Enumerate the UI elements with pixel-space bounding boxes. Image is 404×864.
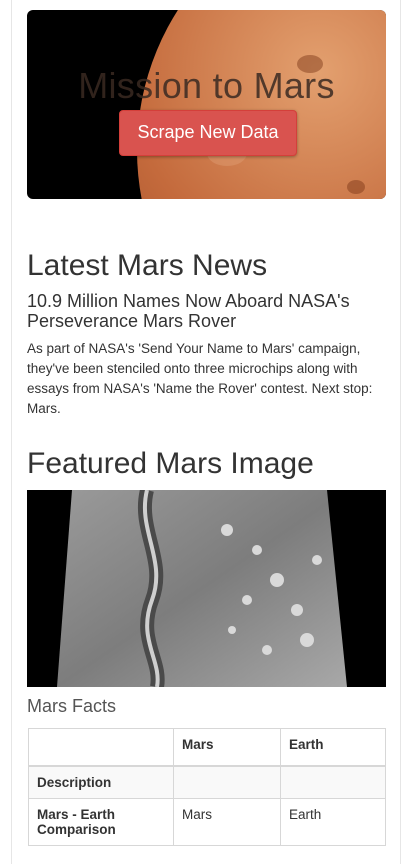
table-header-cell: Mars [173,728,281,767]
mars-cell: Mars [173,798,281,846]
scrape-new-data-button[interactable]: Scrape New Data [119,110,297,156]
featured-mars-image [27,490,386,687]
featured-image-heading: Featured Mars Image [27,447,314,480]
earth-cell: Earth [280,798,386,846]
news-headline: 10.9 Million Names Now Aboard NASA's Per… [27,291,350,331]
latest-news-heading: Latest Mars News [27,249,268,282]
table-header-cell [28,728,174,767]
hero-title: Mission to Mars [78,65,335,106]
earth-cell [280,765,386,799]
table-row: Mars - Earth Comparison Mars Earth [28,798,386,846]
row-label: Mars - Earth Comparison [28,798,174,846]
table-row: Description [28,765,386,799]
mars-facts-caption: Mars Facts [27,696,117,716]
table-header-row: Mars Earth [28,728,386,767]
hero-banner: Mission to Mars Scrape New Data [27,10,386,199]
mars-cell [173,765,281,799]
mars-surface-image [27,490,386,687]
row-label: Description [28,765,174,799]
mars-facts-table: Mars Earth Description Mars - Earth Comp… [28,728,386,846]
news-teaser: As part of NASA's 'Send Your Name to Mar… [27,341,373,416]
table-header-cell: Earth [280,728,386,767]
